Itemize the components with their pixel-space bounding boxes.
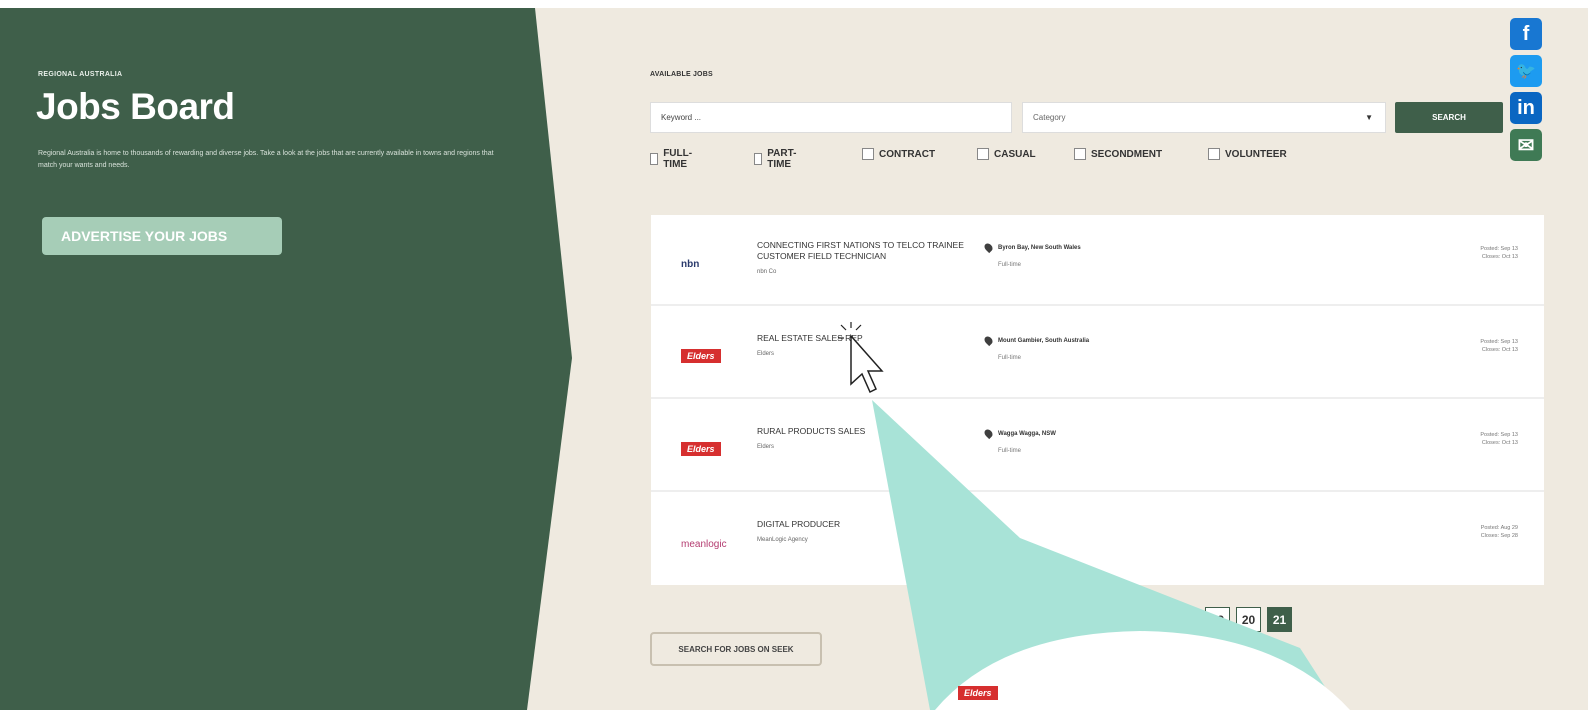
- job-closes: Closes: Oct 13: [1481, 440, 1518, 446]
- page-button[interactable]: 19: [1205, 607, 1230, 632]
- filter-label: VOLUNTEER: [1225, 148, 1287, 160]
- job-row[interactable]: meanlogic DIGITAL PRODUCER MeanLogic Agen…: [651, 494, 1544, 585]
- twitter-icon[interactable]: 🐦: [1510, 55, 1542, 87]
- search-button[interactable]: SEARCH: [1395, 102, 1503, 133]
- category-select[interactable]: Category ▼: [1022, 102, 1386, 133]
- job-title-text: RURAL PRODUCTS SALES: [757, 426, 866, 436]
- filter-label: CASUAL: [994, 148, 1036, 160]
- filter-full-time[interactable]: FULL-TIME: [650, 148, 696, 170]
- filter-label: SECONDMENT: [1091, 148, 1163, 160]
- elders-logo-text: Elders: [681, 349, 721, 363]
- page-button[interactable]: 20: [1236, 607, 1261, 632]
- job-closes: Closes: Oct 13: [1481, 347, 1518, 353]
- checkbox[interactable]: [650, 153, 659, 165]
- elders-logo-text: Elders: [681, 442, 721, 456]
- job-dates: Posted: Sep 13 Closes: Oct 13: [1480, 338, 1518, 354]
- job-company: MeanLogic Agency: [757, 537, 808, 543]
- facebook-glyph: f: [1522, 22, 1530, 45]
- job-closes: Closes: Sep 28: [1480, 533, 1518, 539]
- elders-logo-text: Elders: [958, 686, 998, 700]
- facebook-icon[interactable]: f: [1510, 18, 1542, 50]
- category-placeholder: Category: [1033, 113, 1066, 122]
- job-row[interactable]: Elders REAL ESTATE SALES REP Elders Mount…: [651, 308, 1544, 399]
- job-title[interactable]: DIGITAL PRODUCER MeanLogic Agency: [757, 519, 967, 546]
- job-row[interactable]: Elders RURAL PRODUCTS SALES Elders Wagga …: [651, 401, 1544, 492]
- email-icon[interactable]: ✉: [1510, 129, 1542, 161]
- linkedin-icon[interactable]: in: [1510, 92, 1542, 124]
- filter-part-time[interactable]: PART-TIME: [754, 148, 800, 170]
- job-posted: Posted: Aug 29: [1480, 525, 1518, 531]
- filter-contract[interactable]: CONTRACT: [862, 148, 935, 160]
- job-title[interactable]: REAL ESTATE SALES REP Elders: [757, 333, 967, 360]
- nbn-logo: nbn: [681, 259, 700, 270]
- job-location-text: Wagga Wagga, NSW: [998, 430, 1056, 437]
- checkbox[interactable]: [862, 148, 874, 160]
- checkbox[interactable]: [1208, 148, 1220, 160]
- job-company: nbn Co: [757, 269, 777, 275]
- available-jobs-label: AVAILABLE JOBS: [650, 71, 713, 78]
- intro-text: Regional Australia is home to thousands …: [38, 150, 494, 169]
- page: REGIONAL AUSTRALIA Jobs Board Regional A…: [0, 8, 1588, 710]
- linkedin-glyph: in: [1517, 96, 1535, 119]
- elders-logo: Elders: [681, 349, 721, 363]
- elders-logo: Elders: [681, 442, 721, 456]
- job-location: Wagga Wagga, NSW: [982, 427, 1056, 440]
- job-location-text: Byron Bay, New South Wales: [998, 244, 1081, 251]
- job-location: Mount Gambier, South Australia: [982, 334, 1090, 347]
- job-location-text: Mount Gambier, South Australia: [998, 337, 1090, 344]
- job-title[interactable]: CONNECTING FIRST NATIONS TO TELCO TRAINE…: [757, 240, 967, 278]
- filter-label: CONTRACT: [879, 148, 936, 160]
- job-location: Byron Bay, New South Wales: [982, 241, 1081, 254]
- job-posted: Posted: Sep 13: [1480, 432, 1518, 438]
- job-dates: Posted: Sep 13 Closes: Oct 13: [1480, 245, 1518, 261]
- job-type: Full-time: [998, 448, 1022, 454]
- checkbox[interactable]: [754, 153, 763, 165]
- job-title-text: CONNECTING FIRST NATIONS TO TELCO TRAINE…: [757, 240, 964, 261]
- page-button-current[interactable]: 21: [1267, 607, 1292, 632]
- location-pin-icon: [982, 241, 995, 254]
- job-company: Elders: [757, 351, 775, 357]
- location-pin-icon: [982, 334, 995, 347]
- location-pin-icon: [982, 427, 995, 440]
- checkbox[interactable]: [1074, 148, 1086, 160]
- job-dates: Posted: Aug 29 Closes: Sep 28: [1481, 524, 1518, 540]
- email-glyph: ✉: [1517, 134, 1535, 157]
- job-posted: Posted: Sep 13: [1480, 339, 1518, 345]
- twitter-glyph: 🐦: [1516, 63, 1536, 80]
- job-title[interactable]: RURAL PRODUCTS SALES Elders: [757, 426, 967, 453]
- meanlogic-logo: meanlogic: [681, 539, 727, 550]
- filter-volunteer[interactable]: VOLUNTEER: [1208, 148, 1287, 160]
- job-row[interactable]: nbn CONNECTING FIRST NATIONS TO TELCO TR…: [651, 215, 1544, 306]
- filter-label: FULL-TIME: [663, 148, 693, 170]
- advertise-jobs-button[interactable]: ADVERTISE YOUR JOBS: [42, 217, 282, 255]
- job-title-text: DIGITAL PRODUCER: [757, 519, 841, 529]
- eyebrow-text: REGIONAL AUSTRALIA: [38, 71, 123, 78]
- keyword-input[interactable]: Keyword ...: [650, 102, 1012, 133]
- filter-secondment[interactable]: SECONDMENT: [1074, 148, 1162, 160]
- job-dates: Posted: Sep 13 Closes: Oct 13: [1480, 431, 1518, 447]
- job-closes: Closes: Oct 13: [1481, 254, 1518, 260]
- elders-logo-footer: Elders: [958, 683, 998, 701]
- job-company: Elders: [757, 444, 775, 450]
- job-list: nbn CONNECTING FIRST NATIONS TO TELCO TR…: [651, 215, 1544, 585]
- filter-label: PART-TIME: [767, 148, 797, 170]
- search-seek-button[interactable]: SEARCH FOR JOBS ON SEEK: [650, 632, 822, 666]
- job-type: Full-time: [998, 355, 1022, 361]
- pagination: 19 20 21: [1205, 607, 1298, 632]
- filter-casual[interactable]: CASUAL: [977, 148, 1036, 160]
- caret-down-icon: ▼: [1365, 113, 1373, 122]
- job-type: Full-time: [998, 262, 1022, 268]
- job-posted: Posted: Sep 13: [1480, 246, 1518, 252]
- checkbox[interactable]: [977, 148, 989, 160]
- job-title-text: REAL ESTATE SALES REP: [757, 333, 863, 343]
- page-title: Jobs Board: [36, 86, 235, 127]
